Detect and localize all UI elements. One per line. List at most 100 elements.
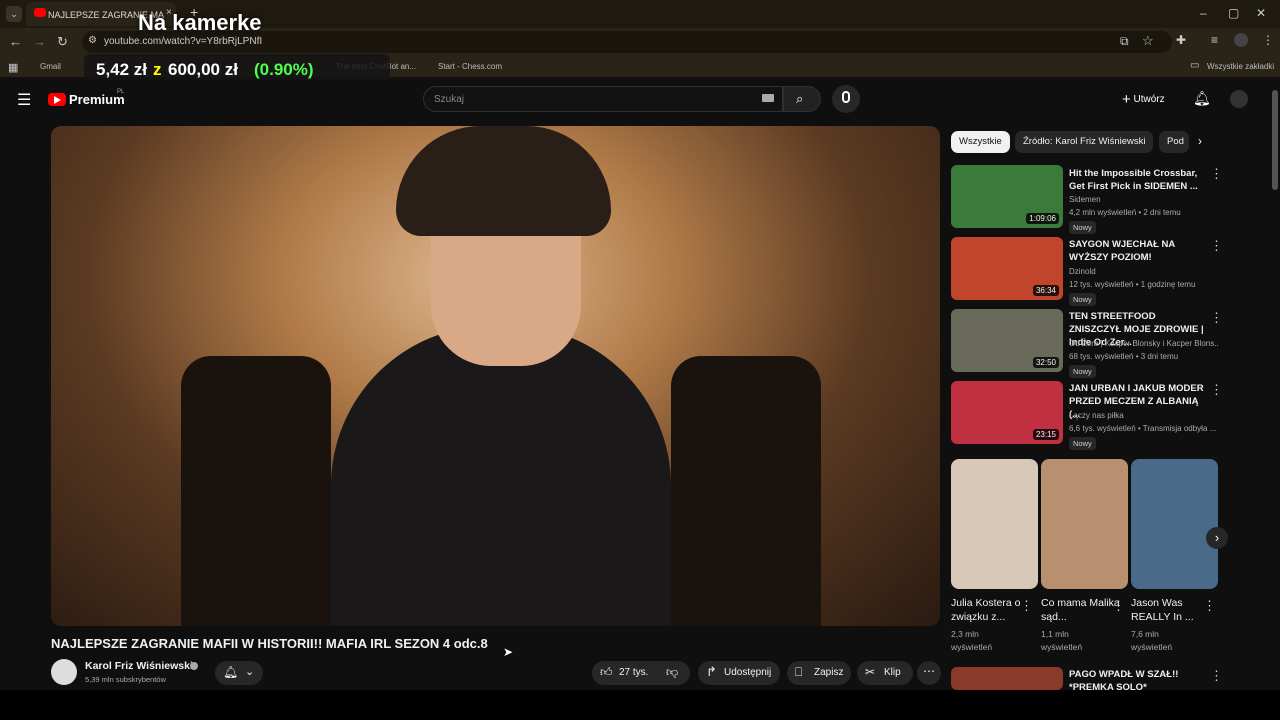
- rec-menu-icon[interactable]: ⋮: [1210, 668, 1223, 684]
- create-label: Utwórz: [1133, 94, 1165, 105]
- price-separator: z: [153, 60, 162, 79]
- bookmark-star-icon[interactable]: ☆: [1142, 33, 1154, 49]
- video-duration: 23:15: [1032, 429, 1059, 440]
- save-label: Zapisz: [814, 667, 844, 678]
- taskbar-area: [0, 690, 1280, 720]
- profile-icon[interactable]: [1234, 33, 1248, 47]
- channel-name[interactable]: Karol Friz Wiśniewski: [85, 660, 193, 672]
- all-bookmarks[interactable]: Wszystkie zakładki: [1207, 62, 1274, 71]
- rec-menu-icon[interactable]: ⋮: [1210, 382, 1223, 398]
- short-views: 2,3 mln wyświetleń: [951, 629, 993, 652]
- url-text: youtube.com/watch?v=Y8rbRjLPNfI: [104, 36, 263, 47]
- bookmark-chess[interactable]: Start - Chess.com: [438, 62, 502, 71]
- folder-icon: ▭: [1190, 60, 1200, 71]
- rec-title[interactable]: SAYGON WJECHAŁ NA WYŻSZY POZIOM!: [1069, 238, 1204, 264]
- verified-icon: [190, 662, 198, 670]
- channel-avatar[interactable]: [51, 659, 77, 685]
- scrollbar[interactable]: [1272, 90, 1278, 190]
- voice-search-button[interactable]: [832, 85, 860, 113]
- rec-meta: 6,6 tys. wyświetleń • Transmisja odbyła …: [1069, 424, 1217, 433]
- chips-next-icon[interactable]: ›: [1198, 134, 1202, 148]
- mic-icon: [842, 91, 850, 103]
- clip-label: Klip: [884, 667, 901, 678]
- video-subject-hair: [396, 126, 611, 236]
- youtube-favicon-icon: [34, 8, 46, 17]
- site-info-icon[interactable]: ⚙: [88, 35, 97, 46]
- rec-channel[interactable]: Sidemen: [1069, 195, 1219, 204]
- scissors-icon: ✂: [865, 665, 876, 679]
- media-icon[interactable]: ≡: [1211, 33, 1218, 47]
- clip-button[interactable]: ✂ Klip: [857, 661, 913, 685]
- share-button[interactable]: ↱ Udostępnij: [698, 661, 780, 685]
- shorts-next-icon[interactable]: ›: [1206, 527, 1228, 549]
- rec-thumbnail[interactable]: 1:09:06: [951, 165, 1063, 228]
- notifications-bell-icon[interactable]: 🔔︎: [1193, 90, 1211, 107]
- rec-channel[interactable]: Dzinold: [1069, 267, 1219, 276]
- video-player[interactable]: [51, 126, 940, 626]
- rec-title[interactable]: PAGO WPADŁ W SZAŁ!! *PREMKA SOLO*: [1069, 668, 1204, 690]
- rec-title[interactable]: Hit the Impossible Crossbar, Get First P…: [1069, 167, 1204, 193]
- rec-thumbnail[interactable]: [951, 667, 1063, 690]
- video-title: NAJLEPSZE ZAGRANIE MAFII W HISTORII!! MA…: [51, 636, 488, 651]
- stream-overlay-title: Na kamerke: [138, 10, 262, 35]
- rec-menu-icon[interactable]: ⋮: [1210, 238, 1223, 254]
- video-duration: 32:50: [1032, 357, 1059, 368]
- close-window-icon[interactable]: ✕: [1256, 6, 1266, 20]
- reload-icon[interactable]: ↻: [57, 34, 68, 50]
- more-actions-button[interactable]: ⋯: [917, 661, 941, 685]
- price-current: 5,42 zł: [96, 60, 148, 79]
- search-input[interactable]: Szukaj: [423, 86, 783, 112]
- save-button[interactable]: ⎕ Zapisz: [787, 661, 851, 685]
- more-horizontal-icon: ⋯: [923, 664, 935, 678]
- short-menu-icon[interactable]: ⋮: [1020, 598, 1033, 614]
- short-thumbnail[interactable]: [1041, 459, 1128, 589]
- new-badge: Nowy: [1069, 293, 1096, 306]
- browser-menu-icon[interactable]: ⋮: [1262, 33, 1274, 47]
- share-label: Udostępnij: [724, 667, 772, 678]
- short-views: 1,1 mln wyświetleń: [1041, 629, 1083, 652]
- keyboard-icon[interactable]: [762, 94, 774, 102]
- youtube-logo-icon[interactable]: [48, 93, 66, 106]
- short-thumbnail[interactable]: [951, 459, 1038, 589]
- menu-icon[interactable]: ☰: [17, 90, 31, 110]
- chip-related[interactable]: Pod: [1159, 131, 1189, 153]
- install-icon[interactable]: ⧉: [1120, 34, 1129, 49]
- short-title[interactable]: Co mama Malika sąd...: [1041, 596, 1121, 624]
- subscribed-bell-button[interactable]: 🔔︎ ⌄: [215, 661, 263, 685]
- short-menu-icon[interactable]: ⋮: [1203, 598, 1216, 614]
- create-button[interactable]: + Utwórz: [1122, 91, 1165, 108]
- minimize-icon[interactable]: –: [1200, 6, 1207, 20]
- back-icon[interactable]: ←: [9, 34, 22, 49]
- short-title[interactable]: Jason Was REALLY In ...: [1131, 596, 1211, 624]
- short-thumbnail[interactable]: [1131, 459, 1218, 589]
- rec-channel[interactable]: Łączy nas piłka: [1069, 411, 1219, 420]
- extensions-icon[interactable]: ✚: [1176, 33, 1186, 47]
- price-percent: (0.90%): [254, 60, 314, 79]
- tab-list-icon[interactable]: ⌄: [6, 6, 22, 22]
- apps-grid-icon[interactable]: ▦: [8, 61, 18, 74]
- short-menu-icon[interactable]: ⋮: [1112, 598, 1125, 614]
- bookmark-gmail[interactable]: Gmail: [40, 62, 61, 71]
- video-duration: 1:09:06: [1026, 213, 1059, 224]
- new-badge: Nowy: [1069, 221, 1096, 234]
- search-button[interactable]: ⌕: [783, 86, 821, 112]
- rec-menu-icon[interactable]: ⋮: [1210, 166, 1223, 182]
- account-avatar[interactable]: [1230, 90, 1248, 108]
- chip-all[interactable]: Wszystkie: [951, 131, 1010, 153]
- like-icon[interactable]: 👍︎: [600, 665, 613, 680]
- bell-icon: 🔔︎: [223, 665, 239, 679]
- chip-source[interactable]: Źródło: Karol Friz Wiśniewski: [1015, 131, 1154, 153]
- rec-channel[interactable]: Od Zera | Kacper Blonsky i Kacper Blons.…: [1069, 339, 1219, 348]
- subscriber-count: 5,39 mln subskrybentów: [85, 675, 166, 684]
- rec-meta: 12 tys. wyświetleń • 1 godzinę temu: [1069, 280, 1196, 289]
- rec-thumbnail[interactable]: 23:15: [951, 381, 1063, 444]
- maximize-icon[interactable]: ▢: [1228, 6, 1239, 20]
- rec-menu-icon[interactable]: ⋮: [1210, 310, 1223, 326]
- video-subject-body: [331, 326, 671, 626]
- rec-thumbnail[interactable]: 32:50: [951, 309, 1063, 372]
- rec-thumbnail[interactable]: 36:34: [951, 237, 1063, 300]
- short-title[interactable]: Julia Kostera o związku z...: [951, 596, 1031, 624]
- forward-icon[interactable]: →: [33, 34, 46, 49]
- like-count[interactable]: 27 tys.: [619, 667, 648, 678]
- dislike-icon[interactable]: 👎︎: [666, 665, 678, 680]
